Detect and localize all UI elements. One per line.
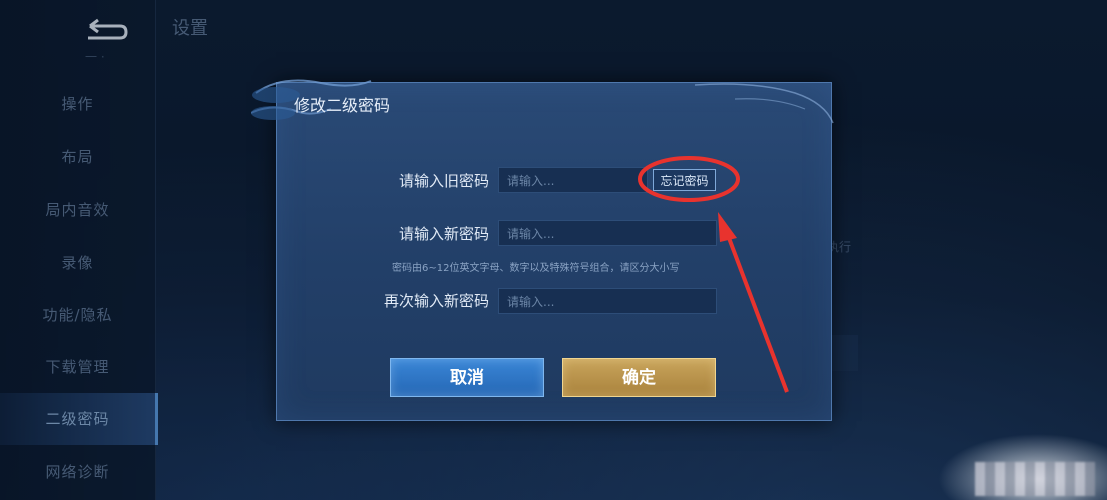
new-password-label: 请输入新密码 [398,225,489,243]
new-password-input[interactable]: 请输入... [498,220,717,246]
password-rule-hint: 密码由6~12位英文字母、数字以及特殊符号组合，请区分大小写 [392,263,680,274]
corner-swirl-icon [694,83,834,124]
cancel-button[interactable]: 取消 [390,358,544,397]
change-secondary-password-dialog: 修改二级密码 请输入旧密码 请输入... 忘记密码 请输入新密码 请输入... … [251,79,834,421]
old-password-input[interactable]: 请输入... [498,167,648,193]
watermark-blur [975,462,1095,496]
confirm-button[interactable]: 确定 [562,358,716,397]
dialog-title: 修改二级密码 [294,96,391,115]
forgot-password-button[interactable]: 忘记密码 [653,169,716,191]
old-password-label: 请输入旧密码 [398,172,489,190]
confirm-password-label: 再次输入新密码 [383,292,489,310]
confirm-password-input[interactable]: 请输入... [498,288,717,314]
